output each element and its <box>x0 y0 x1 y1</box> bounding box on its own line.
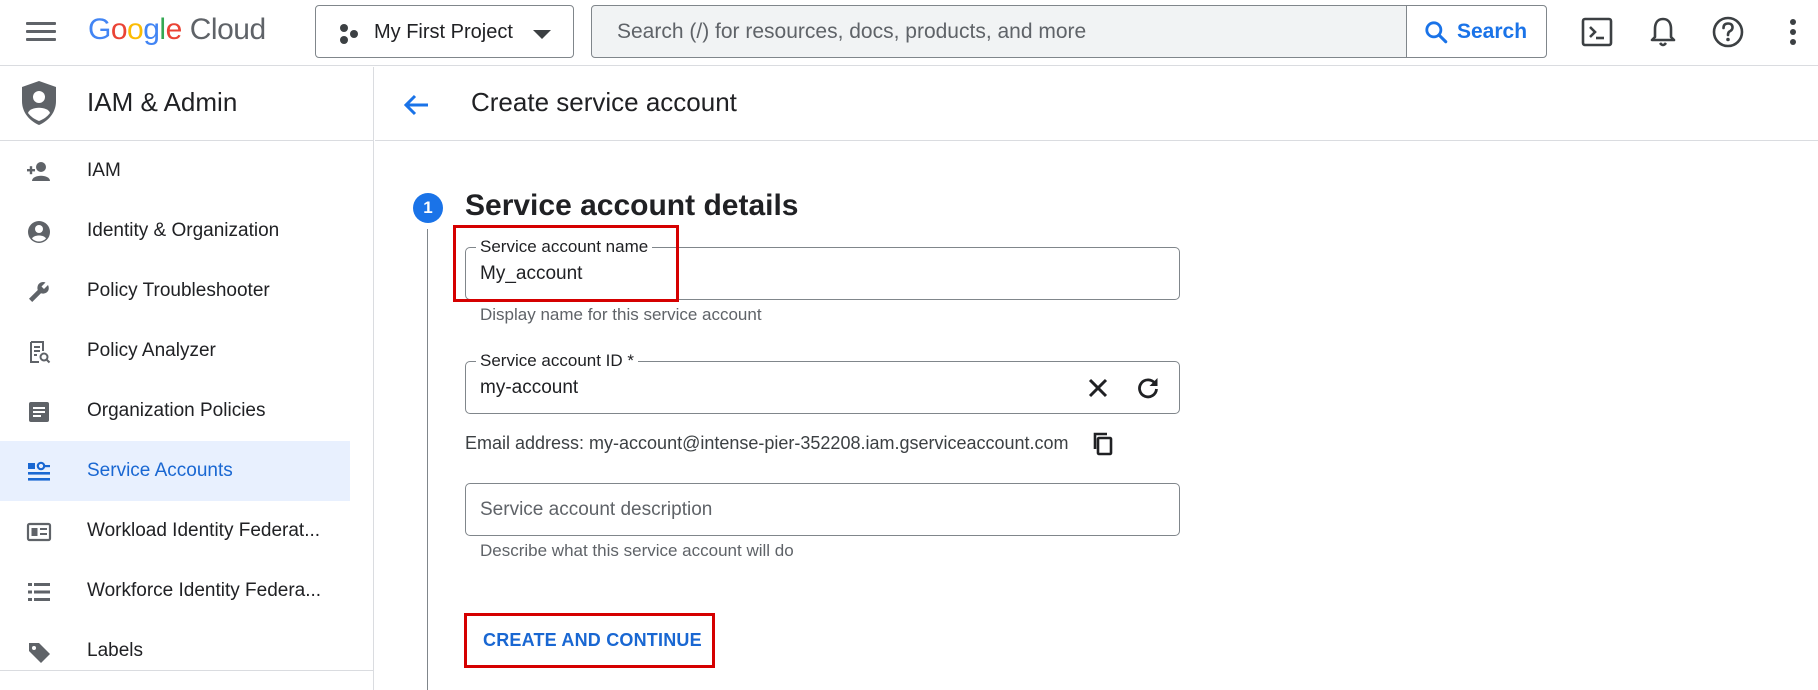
sidebar-item-identity-organization[interactable]: Identity & Organization <box>0 201 350 261</box>
wrench-icon <box>29 282 49 302</box>
more-vert-icon[interactable] <box>1775 14 1811 50</box>
service-account-icon <box>28 461 50 481</box>
sidebar-item-iam[interactable]: IAM <box>0 141 350 201</box>
sidebar-item-label: Policy Troubleshooter <box>87 280 270 301</box>
article-icon <box>29 402 49 422</box>
divider <box>0 670 373 671</box>
service-account-name-field: Service account name <box>465 237 1180 300</box>
sidebar-item-policy-troubleshooter[interactable]: Policy Troubleshooter <box>0 261 350 321</box>
person-add-icon <box>27 162 50 181</box>
sidebar-item-label: Organization Policies <box>87 400 266 421</box>
search-input[interactable] <box>593 7 1408 56</box>
notifications-icon[interactable] <box>1645 14 1681 50</box>
page-header: Create service account <box>375 67 1818 141</box>
label-icon <box>29 643 50 663</box>
step-number-badge: 1 <box>413 193 443 223</box>
page-title: Create service account <box>471 87 737 117</box>
section-title: Service account details <box>465 189 799 222</box>
shield-icon <box>22 81 56 125</box>
arrow-back-icon[interactable] <box>401 89 433 121</box>
sidebar-item-policy-analyzer[interactable]: Policy Analyzer <box>0 321 350 381</box>
sidebar-title: IAM & Admin <box>87 87 238 117</box>
main-content: Create service account 1 Service account… <box>375 67 1818 690</box>
sidebar-item-label: Policy Analyzer <box>87 340 216 361</box>
google-cloud-logo[interactable]: Google Cloud <box>88 13 266 47</box>
sidebar-item-label: Labels <box>87 640 143 661</box>
search-icon <box>1425 21 1448 44</box>
sidebar-item-service-accounts[interactable]: Service Accounts <box>0 441 350 501</box>
service-account-id-field: Service account ID * <box>465 351 1180 414</box>
copy-icon[interactable] <box>1090 431 1116 457</box>
sidebar-item-organization-policies[interactable]: Organization Policies <box>0 381 350 441</box>
help-icon[interactable] <box>1710 14 1746 50</box>
service-account-name-input[interactable] <box>480 259 1080 289</box>
create-and-continue-label: CREATE AND CONTINUE <box>483 630 702 650</box>
project-picker-button[interactable]: My First Project <box>315 5 574 58</box>
cloud-shell-icon[interactable] <box>1579 14 1615 50</box>
sidebar-item-label: Workload Identity Federat... <box>87 520 321 541</box>
create-and-continue-button[interactable]: CREATE AND CONTINUE <box>465 615 715 668</box>
list-icon <box>28 583 50 601</box>
stepper-line <box>427 229 428 690</box>
service-account-description-field <box>465 483 1180 536</box>
project-name: My First Project <box>374 21 513 43</box>
sidebar: IAM & Admin IAM Identity & Organization <box>0 67 374 690</box>
sidebar-item-label: IAM <box>87 160 121 181</box>
search-bar: Search <box>591 5 1547 58</box>
sidebar-item-workload-identity-federation[interactable]: Workload Identity Federat... <box>0 501 350 561</box>
menu-icon[interactable] <box>26 20 56 44</box>
search-button[interactable]: Search <box>1406 6 1546 57</box>
logo-cloud-text: Cloud <box>189 13 266 46</box>
service-account-name-helper: Display name for this service account <box>480 305 762 324</box>
service-account-id-label: Service account ID * <box>476 351 639 371</box>
logo-google-text: Google <box>88 13 182 46</box>
sidebar-item-label: Workforce Identity Federa... <box>87 580 322 601</box>
close-icon[interactable] <box>1085 375 1111 401</box>
email-address-text: Email address: my-account@intense-pier-3… <box>465 433 1069 453</box>
sidebar-item-labels[interactable]: Labels <box>0 621 350 681</box>
account-circle-icon <box>28 221 50 243</box>
policy-doc-icon <box>30 341 51 364</box>
id-card-icon <box>26 522 52 542</box>
chevron-down-icon <box>533 30 551 39</box>
service-account-description-input[interactable] <box>480 495 1160 525</box>
service-account-description-helper: Describe what this service account will … <box>480 541 794 560</box>
sidebar-item-workforce-identity-federation[interactable]: Workforce Identity Federa... <box>0 561 350 621</box>
top-app-bar: Google Cloud My First Project Search <box>0 0 1818 66</box>
project-icon <box>340 24 358 44</box>
search-button-label: Search <box>1457 20 1528 43</box>
refresh-icon[interactable] <box>1135 375 1161 401</box>
sidebar-item-label: Identity & Organization <box>87 220 280 241</box>
service-account-name-label: Service account name <box>476 237 653 257</box>
sidebar-header: IAM & Admin <box>0 67 373 141</box>
sidebar-item-label: Service Accounts <box>87 460 233 481</box>
service-account-id-input[interactable] <box>480 373 980 403</box>
